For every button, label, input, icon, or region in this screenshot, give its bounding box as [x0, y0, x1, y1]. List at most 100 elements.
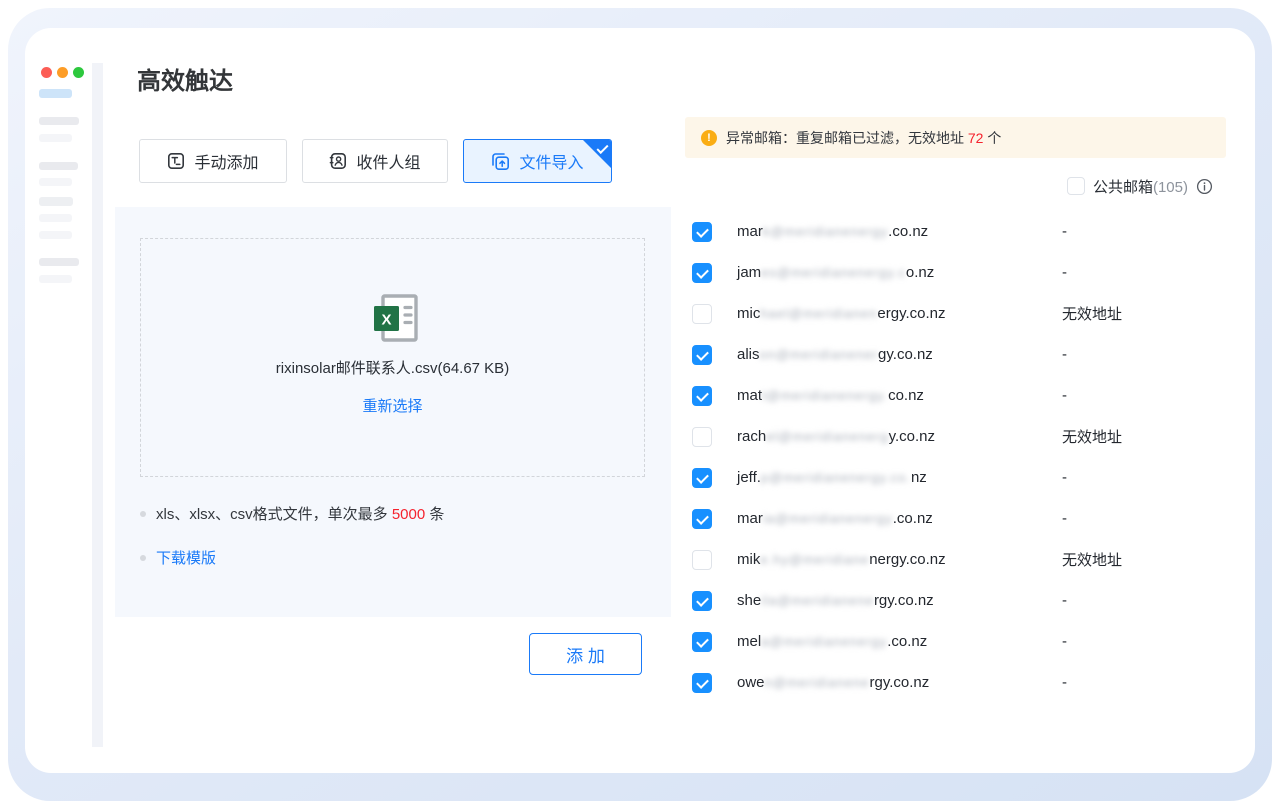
- row-checkbox[interactable]: [692, 304, 712, 324]
- row-status: -: [1062, 387, 1067, 404]
- sidebar-item[interactable]: [39, 197, 73, 206]
- sidebar-item[interactable]: [39, 178, 72, 186]
- abnormal-email-banner: ! 异常邮箱：重复邮箱已过滤，无效地址 72 个: [685, 117, 1226, 158]
- download-template-link[interactable]: 下载模版: [156, 547, 216, 568]
- email-address: matt@meridianenergy.co.nz: [737, 387, 924, 404]
- sidebar-item[interactable]: [39, 231, 72, 239]
- sidebar-item[interactable]: [39, 258, 79, 266]
- format-note: xls、xlsx、csv格式文件，单次最多 5000 条: [140, 503, 444, 524]
- masked-email-part: ia@meridianenergy: [763, 511, 893, 526]
- masked-email-part: n@meridianene: [765, 675, 870, 690]
- table-row: mela@meridianenergy.co.nz -: [685, 621, 1227, 662]
- format-note-text: xls、xlsx、csv格式文件，单次最多 5000 条: [156, 503, 444, 524]
- row-checkbox[interactable]: [692, 222, 712, 242]
- invalid-count-value: 72: [968, 130, 984, 146]
- row-status: -: [1062, 346, 1067, 363]
- row-checkbox[interactable]: [692, 509, 712, 529]
- minimize-window-icon[interactable]: [57, 67, 68, 78]
- row-checkbox[interactable]: [692, 263, 712, 283]
- email-address: mike.hy@meridianenergy.co.nz: [737, 551, 946, 568]
- email-address: owen@meridianenergy.co.nz: [737, 674, 929, 691]
- row-checkbox[interactable]: [692, 427, 712, 447]
- email-address: alison@meridianenergy.co.nz: [737, 346, 933, 363]
- template-note: 下载模版: [140, 547, 216, 568]
- table-row: jeff.p@meridianenergy.co.nz -: [685, 457, 1227, 498]
- row-status: -: [1062, 633, 1067, 650]
- email-address: michael@meridianenergy.co.nz: [737, 305, 946, 322]
- row-checkbox[interactable]: [692, 468, 712, 488]
- email-address: james@meridianenergy.co.nz: [737, 264, 934, 281]
- row-checkbox[interactable]: [692, 673, 712, 693]
- selected-check-icon: [583, 140, 611, 168]
- email-list: mark@meridianenergy.co.nz - james@meridi…: [685, 211, 1227, 703]
- row-status: -: [1062, 469, 1067, 486]
- recipient-group-icon: [329, 152, 347, 170]
- maximize-window-icon[interactable]: [73, 67, 84, 78]
- public-mailbox-checkbox[interactable]: [1067, 177, 1085, 195]
- add-button[interactable]: 添 加: [529, 633, 642, 675]
- email-address: jeff.p@meridianenergy.co.nz: [737, 469, 927, 486]
- page-title: 高效触达: [137, 68, 233, 96]
- add-method-tabs: 手动添加 收件人组 文件导入: [139, 139, 612, 183]
- row-checkbox[interactable]: [692, 345, 712, 365]
- screen: 高效触达 手动添加 收件人组: [0, 0, 1280, 805]
- sidebar-item[interactable]: [39, 162, 78, 170]
- public-mailbox-count: (105): [1153, 179, 1188, 196]
- sidebar-item-active[interactable]: [39, 89, 72, 98]
- table-row: alison@meridianenergy.co.nz -: [685, 334, 1227, 375]
- window-controls: [41, 67, 84, 78]
- row-checkbox[interactable]: [692, 550, 712, 570]
- email-address: mela@meridianenergy.co.nz: [737, 633, 927, 650]
- table-row: owen@meridianenergy.co.nz -: [685, 662, 1227, 703]
- banner-text: 异常邮箱：重复邮箱已过滤，无效地址 72 个: [726, 128, 1001, 148]
- masked-email-part: p@meridianenergy.co.: [761, 470, 911, 485]
- table-row: matt@meridianenergy.co.nz -: [685, 375, 1227, 416]
- masked-email-part: on@meridianener: [760, 347, 879, 362]
- table-row: michael@meridianenergy.co.nz 无效地址: [685, 293, 1227, 334]
- masked-email-part: es@meridianenergy.c: [761, 265, 906, 280]
- tab-label: 收件人组: [356, 149, 420, 173]
- masked-email-part: e.hy@meridiane: [760, 552, 869, 567]
- max-count-value: 5000: [392, 506, 425, 523]
- sidebar-item[interactable]: [39, 134, 72, 142]
- row-status: 无效地址: [1062, 426, 1122, 447]
- row-status: -: [1062, 592, 1067, 609]
- uploaded-file-name: rixinsolar邮件联系人.csv(64.67 KB): [276, 357, 509, 378]
- bullet-icon: [140, 555, 146, 561]
- tab-manual-add[interactable]: 手动添加: [139, 139, 287, 183]
- email-address: sheila@meridianenergy.co.nz: [737, 592, 934, 609]
- sidebar-item[interactable]: [39, 214, 72, 222]
- row-checkbox[interactable]: [692, 591, 712, 611]
- table-row: sheila@meridianenergy.co.nz -: [685, 580, 1227, 621]
- tab-label: 文件导入: [519, 149, 583, 173]
- masked-email-part: t@meridianenergy.: [762, 388, 888, 403]
- table-row: maria@meridianenergy.co.nz -: [685, 498, 1227, 539]
- tab-recipient-group[interactable]: 收件人组: [302, 139, 448, 183]
- row-status: -: [1062, 264, 1067, 281]
- warning-icon: !: [701, 130, 717, 146]
- masked-email-part: el@meridianenerg: [766, 429, 888, 444]
- list-header: 公共邮箱(105): [685, 174, 1227, 198]
- masked-email-part: a@meridianenergy: [761, 634, 887, 649]
- sidebar-divider: [92, 63, 103, 747]
- reselect-file-link[interactable]: 重新选择: [362, 395, 422, 416]
- close-window-icon[interactable]: [41, 67, 52, 78]
- row-status: 无效地址: [1062, 549, 1122, 570]
- manual-add-icon: [167, 152, 185, 170]
- row-status: -: [1062, 674, 1067, 691]
- file-dropzone[interactable]: X rixinsolar邮件联系人.csv(64.67 KB) 重新选择: [140, 238, 645, 477]
- row-checkbox[interactable]: [692, 386, 712, 406]
- row-checkbox[interactable]: [692, 632, 712, 652]
- sidebar-item[interactable]: [39, 117, 79, 125]
- table-row: mike.hy@meridianenergy.co.nz 无效地址: [685, 539, 1227, 580]
- tab-file-import[interactable]: 文件导入: [463, 139, 612, 183]
- email-address: maria@meridianenergy.co.nz: [737, 510, 933, 527]
- email-address: rachel@meridianenergy.co.nz: [737, 428, 935, 445]
- svg-text:X: X: [381, 312, 391, 329]
- info-icon[interactable]: [1196, 178, 1213, 195]
- app-window: 高效触达 手动添加 收件人组: [25, 28, 1255, 773]
- bullet-icon: [140, 511, 146, 517]
- masked-email-part: ila@meridianene: [761, 593, 874, 608]
- sidebar-item[interactable]: [39, 275, 72, 283]
- email-address: mark@meridianenergy.co.nz: [737, 223, 928, 240]
